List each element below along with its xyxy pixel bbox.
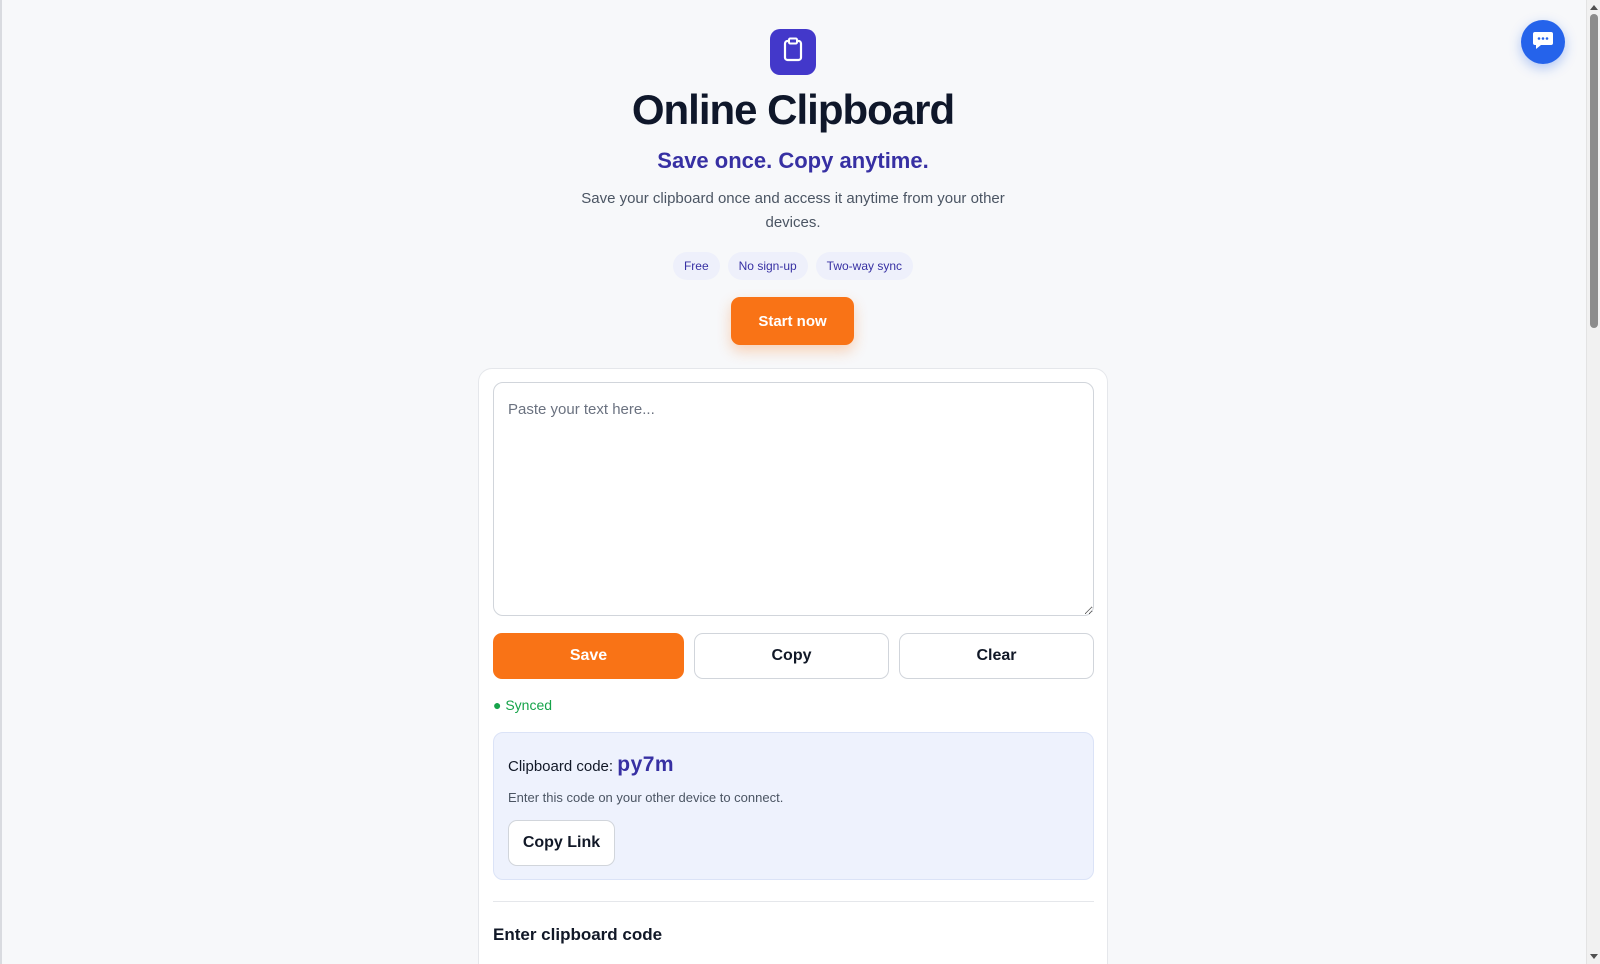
sync-status: ● Synced [493, 697, 553, 713]
page-title: Online Clipboard [631, 86, 955, 133]
page-scrollbar[interactable] [1586, 0, 1600, 964]
tagline: Save once. Copy anytime. [657, 148, 929, 173]
clipboard-code-help: Enter this code on your other device to … [508, 790, 784, 805]
copy-button[interactable]: Copy [694, 633, 889, 679]
page-description: Save your clipboard once and access it a… [581, 190, 1005, 231]
app-logo [770, 29, 816, 75]
chat-button[interactable] [1521, 20, 1565, 64]
action-buttons: Save Copy Clear [493, 633, 1094, 679]
start-now-button[interactable]: Start now [731, 297, 854, 345]
clipboard-code-panel: Clipboard code: py7m Enter this code on … [493, 732, 1094, 880]
clipboard-code-value: py7m [617, 753, 675, 776]
feature-pill-no-signup: No sign-up [727, 252, 808, 280]
clipboard-code-label: Clipboard code: [508, 758, 614, 775]
scroll-down-arrow-icon[interactable] [1590, 954, 1598, 959]
clear-button[interactable]: Clear [899, 633, 1094, 679]
clipboard-icon [781, 37, 805, 68]
clipboard-code-line: Clipboard code: py7m [508, 753, 674, 777]
window-edge [0, 0, 2, 964]
clipboard-text-input[interactable] [493, 382, 1094, 616]
chat-bubble-icon [1532, 30, 1554, 55]
feature-pill-two-way-sync: Two-way sync [815, 252, 914, 280]
save-button[interactable]: Save [493, 633, 684, 679]
scrollbar-thumb[interactable] [1590, 14, 1598, 328]
feature-pills: Free No sign-up Two-way sync [0, 252, 1586, 280]
feature-pill-free: Free [672, 252, 720, 280]
enter-code-heading: Enter clipboard code [493, 925, 663, 944]
copy-link-button[interactable]: Copy Link [508, 820, 615, 866]
scroll-up-arrow-icon[interactable] [1590, 5, 1598, 10]
section-divider [493, 901, 1094, 902]
clipboard-card: Save Copy Clear ● Synced Clipboard code:… [478, 368, 1108, 964]
